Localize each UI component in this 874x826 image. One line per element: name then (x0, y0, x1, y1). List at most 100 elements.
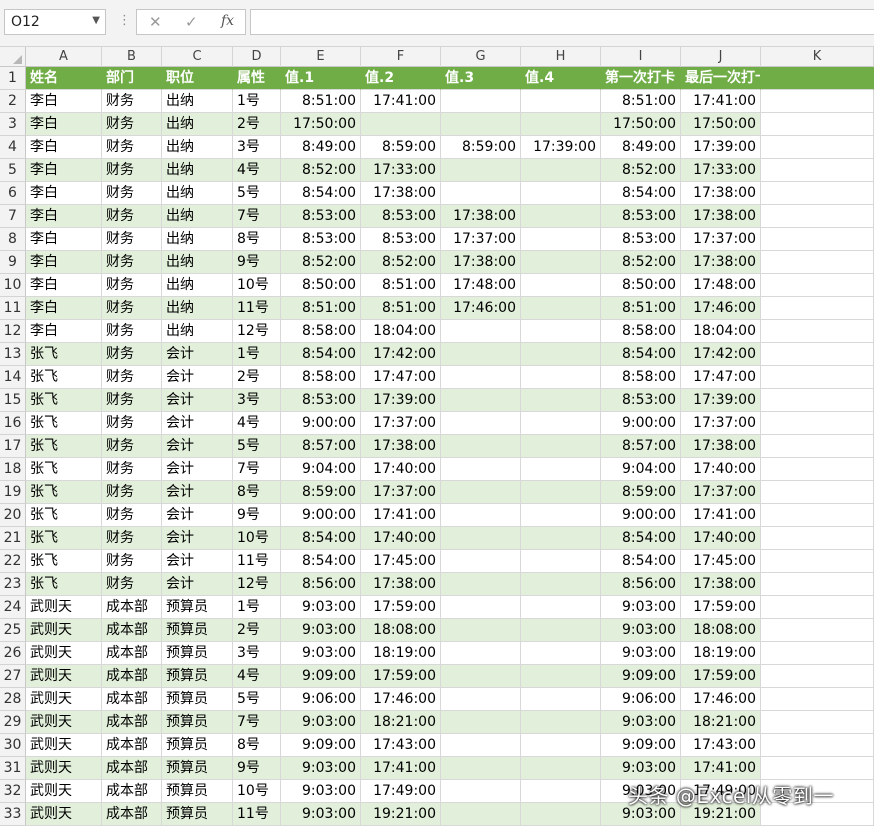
table-cell[interactable]: 8:58:00 (601, 366, 681, 389)
table-cell[interactable] (521, 711, 601, 734)
table-cell[interactable]: 9:06:00 (601, 688, 681, 711)
table-cell[interactable]: 18:19:00 (681, 642, 761, 665)
table-cell[interactable]: 出纳 (162, 182, 233, 205)
header-cell[interactable]: 姓名 (26, 67, 102, 90)
table-cell[interactable]: 8:53:00 (601, 228, 681, 251)
table-cell[interactable]: 张飞 (26, 412, 102, 435)
table-cell[interactable]: 17:37:00 (361, 481, 441, 504)
table-cell[interactable]: 8:53:00 (281, 389, 361, 412)
table-cell[interactable] (441, 458, 521, 481)
table-cell[interactable] (521, 343, 601, 366)
table-cell[interactable]: 成本部 (102, 688, 162, 711)
table-cell[interactable]: 8:52:00 (281, 159, 361, 182)
table-cell[interactable]: 4号 (233, 159, 281, 182)
table-cell[interactable]: 9:03:00 (601, 596, 681, 619)
table-cell[interactable]: 8:59:00 (281, 481, 361, 504)
table-cell[interactable]: 8:59:00 (601, 481, 681, 504)
table-cell[interactable]: 8:51:00 (361, 297, 441, 320)
row-number[interactable]: 9 (0, 251, 26, 274)
table-cell[interactable]: 8:51:00 (601, 90, 681, 113)
column-header-a[interactable]: A (26, 47, 102, 67)
table-cell[interactable] (441, 527, 521, 550)
table-cell[interactable]: 出纳 (162, 136, 233, 159)
table-cell[interactable]: 17:40:00 (361, 458, 441, 481)
header-cell[interactable]: 值.2 (361, 67, 441, 90)
table-cell[interactable] (521, 642, 601, 665)
table-cell[interactable]: 8:59:00 (441, 136, 521, 159)
table-cell[interactable]: 财务 (102, 228, 162, 251)
table-cell[interactable]: 4号 (233, 412, 281, 435)
row-number[interactable]: 20 (0, 504, 26, 527)
table-cell[interactable]: 8:57:00 (281, 435, 361, 458)
table-cell[interactable]: 17:37:00 (681, 412, 761, 435)
table-cell[interactable]: 17:38:00 (441, 251, 521, 274)
table-cell[interactable]: 张飞 (26, 481, 102, 504)
table-cell[interactable]: 9:09:00 (281, 734, 361, 757)
row-number[interactable]: 27 (0, 665, 26, 688)
empty-cell[interactable] (761, 711, 874, 734)
table-cell[interactable]: 17:50:00 (681, 113, 761, 136)
table-cell[interactable]: 张飞 (26, 435, 102, 458)
table-cell[interactable]: 9:00:00 (601, 504, 681, 527)
table-cell[interactable]: 张飞 (26, 504, 102, 527)
empty-cell[interactable] (761, 343, 874, 366)
table-cell[interactable]: 17:43:00 (361, 734, 441, 757)
table-cell[interactable]: 会计 (162, 458, 233, 481)
table-cell[interactable]: 8:57:00 (601, 435, 681, 458)
table-cell[interactable]: 18:04:00 (361, 320, 441, 343)
table-cell[interactable]: 9:06:00 (281, 688, 361, 711)
table-cell[interactable]: 武则天 (26, 803, 102, 826)
table-cell[interactable]: 1号 (233, 90, 281, 113)
header-cell[interactable]: 属性 (233, 67, 281, 90)
header-cell[interactable]: 职位 (162, 67, 233, 90)
row-number[interactable]: 30 (0, 734, 26, 757)
table-cell[interactable] (521, 205, 601, 228)
select-all-button[interactable] (0, 47, 26, 67)
empty-cell[interactable] (761, 113, 874, 136)
table-cell[interactable]: 武则天 (26, 780, 102, 803)
table-cell[interactable]: 预算员 (162, 665, 233, 688)
empty-cell[interactable] (761, 389, 874, 412)
table-cell[interactable] (521, 596, 601, 619)
table-cell[interactable] (441, 550, 521, 573)
table-cell[interactable]: 8:52:00 (601, 159, 681, 182)
table-cell[interactable]: 出纳 (162, 113, 233, 136)
empty-cell[interactable] (761, 251, 874, 274)
table-cell[interactable]: 8:54:00 (281, 550, 361, 573)
table-cell[interactable]: 9:09:00 (281, 665, 361, 688)
table-cell[interactable]: 3号 (233, 389, 281, 412)
table-cell[interactable] (441, 734, 521, 757)
table-cell[interactable]: 出纳 (162, 205, 233, 228)
table-cell[interactable]: 17:38:00 (441, 205, 521, 228)
table-cell[interactable] (521, 297, 601, 320)
table-cell[interactable]: 17:59:00 (361, 665, 441, 688)
table-cell[interactable] (521, 665, 601, 688)
table-cell[interactable]: 财务 (102, 251, 162, 274)
table-cell[interactable]: 18:19:00 (361, 642, 441, 665)
empty-cell[interactable] (761, 435, 874, 458)
table-cell[interactable]: 17:50:00 (281, 113, 361, 136)
table-cell[interactable]: 8:53:00 (281, 228, 361, 251)
table-cell[interactable]: 成本部 (102, 803, 162, 826)
row-number[interactable]: 28 (0, 688, 26, 711)
table-cell[interactable]: 张飞 (26, 343, 102, 366)
table-cell[interactable] (441, 435, 521, 458)
table-cell[interactable] (441, 366, 521, 389)
table-cell[interactable]: 财务 (102, 136, 162, 159)
table-cell[interactable]: 17:33:00 (681, 159, 761, 182)
column-header-b[interactable]: B (102, 47, 162, 67)
table-cell[interactable]: 财务 (102, 481, 162, 504)
table-cell[interactable]: 18:04:00 (681, 320, 761, 343)
table-cell[interactable]: 9:00:00 (281, 504, 361, 527)
table-cell[interactable]: 财务 (102, 550, 162, 573)
table-cell[interactable]: 武则天 (26, 665, 102, 688)
empty-cell[interactable] (761, 67, 874, 90)
table-cell[interactable]: 财务 (102, 412, 162, 435)
table-cell[interactable] (521, 481, 601, 504)
table-cell[interactable]: 预算员 (162, 642, 233, 665)
empty-cell[interactable] (761, 688, 874, 711)
table-cell[interactable]: 17:37:00 (681, 481, 761, 504)
header-cell[interactable]: 部门 (102, 67, 162, 90)
table-cell[interactable]: 李白 (26, 320, 102, 343)
empty-cell[interactable] (761, 527, 874, 550)
